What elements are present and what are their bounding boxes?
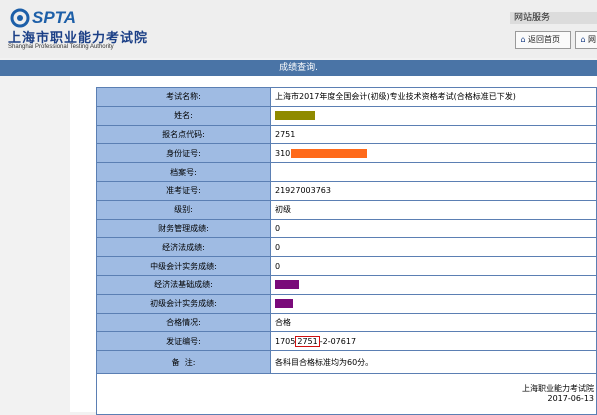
footer-date: 2017-06-13 — [547, 394, 595, 404]
id-number-redaction — [291, 148, 368, 158]
home-icon: ⌂ — [520, 35, 526, 44]
table-row: 备 注: 各科目合格标准均为60分。 — [96, 350, 597, 375]
link-icon: ⌂ — [580, 35, 586, 44]
logo-text: SPTA — [32, 8, 77, 27]
economic-law-basics-redaction — [275, 280, 299, 290]
intermediate-accounting-score-label: 中级会计实务成绩: — [96, 256, 271, 276]
footer-org: 上海职业能力考试院 — [522, 384, 594, 394]
table-row: 身份证号: 310 — [96, 143, 597, 164]
table-row: 级别: 初级 — [96, 199, 597, 220]
junior-accounting-score-value — [270, 293, 597, 314]
name-redaction — [275, 111, 315, 121]
table-row: 发证编号: 1705 2751 -2-07617 — [96, 331, 597, 352]
table-row: 报名点代码: 2751 — [96, 124, 597, 145]
site-code-value: 2751 — [270, 124, 597, 145]
junior-accounting-redaction — [275, 299, 293, 309]
table-row: 合格情况: 合格 — [96, 312, 597, 333]
site-header: SPTA 上海市职业能力考试院 Shanghai Professional Te… — [0, 0, 597, 58]
certificate-number-prefix: 1705 — [275, 336, 296, 346]
exam-name-value: 上海市2017年度全国会计(初级)专业技术资格考试(合格标准已下发) — [270, 87, 597, 107]
file-number-value — [270, 162, 597, 182]
site-logo[interactable]: SPTA 上海市职业能力考试院 Shanghai Professional Te… — [6, 6, 166, 52]
remark-label: 备 注: — [96, 350, 271, 375]
page-title-bar: 成绩查询. — [0, 60, 597, 76]
certificate-number-label: 发证编号: — [96, 331, 271, 352]
pass-status-value: 合格 — [270, 312, 597, 333]
pass-status-label: 合格情况: — [96, 312, 271, 333]
certificate-number-suffix: -2-07617 — [319, 336, 357, 346]
org-name-en: Shanghai Professional Testing Authority — [8, 44, 114, 50]
id-number-prefix: 310 — [275, 148, 291, 158]
spta-swirl-icon — [10, 8, 30, 28]
junior-accounting-score-label: 初级会计实务成绩: — [96, 293, 271, 314]
level-label: 级别: — [96, 199, 271, 220]
score-table: 考试名称: 上海市2017年度全国会计(初级)专业技术资格考试(合格标准已下发)… — [96, 87, 597, 415]
home-button[interactable]: ⌂ 返回首页 — [515, 31, 571, 49]
table-row: 考试名称: 上海市2017年度全国会计(初级)专业技术资格考试(合格标准已下发) — [96, 87, 597, 107]
site-link-button-label: 网 — [588, 35, 596, 44]
site-link-button[interactable]: ⌂ 网 — [575, 31, 597, 49]
economic-law-score-label: 经济法成绩: — [96, 237, 271, 258]
admission-number-label: 准考证号: — [96, 180, 271, 201]
table-row: 财务管理成绩: 0 — [96, 218, 597, 239]
table-row: 中级会计实务成绩: 0 — [96, 256, 597, 276]
site-service-title: 网站服务 — [510, 12, 597, 24]
financial-management-score-label: 财务管理成绩: — [96, 218, 271, 239]
table-footer: 上海职业能力考试院 2017-06-13 — [96, 373, 597, 415]
economic-law-basics-score-value — [270, 274, 597, 295]
id-number-label: 身份证号: — [96, 143, 271, 164]
table-row: 初级会计实务成绩: — [96, 293, 597, 314]
table-row: 准考证号: 21927003763 — [96, 180, 597, 201]
table-row: 经济法基础成绩: — [96, 274, 597, 295]
exam-name-label: 考试名称: — [96, 87, 271, 107]
file-number-label: 档案号: — [96, 162, 271, 182]
site-code-label: 报名点代码: — [96, 124, 271, 145]
table-row: 姓名: — [96, 105, 597, 126]
table-footer-row: 上海职业能力考试院 2017-06-13 — [96, 373, 597, 415]
intermediate-accounting-score-value: 0 — [270, 256, 597, 276]
certificate-number-value: 1705 2751 -2-07617 — [270, 331, 597, 352]
name-value — [270, 105, 597, 126]
remark-value: 各科目合格标准均为60分。 — [270, 350, 597, 375]
table-row: 档案号: — [96, 162, 597, 182]
name-label: 姓名: — [96, 105, 271, 126]
economic-law-basics-score-label: 经济法基础成绩: — [96, 274, 271, 295]
certificate-number-highlight: 2751 — [295, 335, 320, 347]
economic-law-score-value: 0 — [270, 237, 597, 258]
spta-logo-mark: SPTA — [10, 8, 170, 28]
financial-management-score-value: 0 — [270, 218, 597, 239]
admission-number-value: 21927003763 — [270, 180, 597, 201]
page-title: 成绩查询. — [279, 63, 318, 73]
home-button-label: 返回首页 — [528, 35, 560, 44]
table-row: 经济法成绩: 0 — [96, 237, 597, 258]
id-number-value: 310 — [270, 143, 597, 164]
level-value: 初级 — [270, 199, 597, 220]
